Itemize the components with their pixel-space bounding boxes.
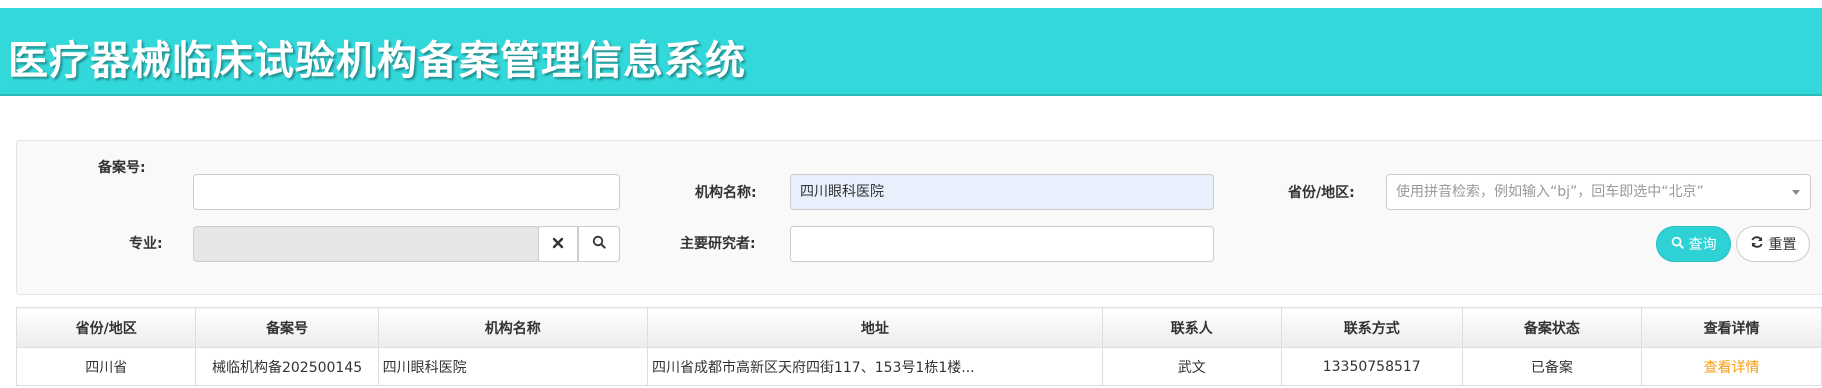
cell-org-name: 四川眼科医院: [377, 347, 648, 386]
org-name-input[interactable]: 四川眼科医院: [790, 174, 1214, 210]
researcher-input[interactable]: [790, 226, 1214, 262]
researcher-label: 主要研究者:: [680, 236, 756, 252]
cell-phone: 13350758517: [1280, 347, 1463, 386]
reset-button-label: 重置: [1768, 237, 1797, 253]
cell-address: 四川省成都市高新区天府四街117、153号1栋1楼...: [646, 347, 1103, 386]
column-header-detail[interactable]: 查看详情: [1641, 307, 1822, 348]
column-header-phone[interactable]: 联系方式: [1280, 307, 1463, 348]
cell-contact: 武文: [1101, 347, 1282, 386]
results-table: 省份/地区 备案号 机构名称 地址 联系人 联系方式 备案状态 查看详情 四川省…: [15, 307, 1822, 386]
specialty-input[interactable]: [193, 226, 539, 262]
close-icon: [552, 235, 564, 253]
view-detail-link[interactable]: 查看详情: [1704, 360, 1760, 376]
query-button[interactable]: 查询: [1656, 226, 1731, 262]
search-panel: [16, 140, 1822, 295]
app-title: 医疗器械临床试验机构备案管理信息系统: [8, 37, 746, 84]
top-strip: [0, 0, 1822, 8]
column-header-org-name[interactable]: 机构名称: [377, 307, 648, 348]
column-header-status[interactable]: 备案状态: [1461, 307, 1643, 348]
specialty-search-button[interactable]: [578, 226, 620, 262]
table-row[interactable]: 四川省 械临机构备202500145 四川眼科医院 四川省成都市高新区天府四街1…: [15, 347, 1822, 386]
cell-detail: 查看详情: [1641, 347, 1822, 386]
specialty-clear-button[interactable]: [538, 226, 578, 262]
header-banner: 医疗器械临床试验机构备案管理信息系统: [0, 8, 1822, 96]
chevron-down-icon: [1792, 190, 1800, 195]
cell-record-no: 械临机构备202500145: [195, 347, 379, 386]
column-header-contact[interactable]: 联系人: [1101, 307, 1282, 348]
specialty-label: 专业:: [129, 236, 163, 252]
province-select[interactable]: 使用拼音检索，例如输入“bj”，回车即选中“北京”: [1386, 174, 1811, 210]
column-header-province[interactable]: 省份/地区: [15, 307, 197, 348]
column-header-address[interactable]: 地址: [646, 307, 1103, 348]
refresh-icon: [1750, 235, 1764, 253]
province-label: 省份/地区:: [1288, 185, 1355, 201]
record-no-label: 备案号:: [98, 160, 146, 176]
search-icon: [1671, 236, 1684, 253]
org-name-label: 机构名称:: [695, 185, 757, 201]
province-placeholder: 使用拼音检索，例如输入“bj”，回车即选中“北京”: [1396, 184, 1704, 200]
cell-province: 四川省: [15, 347, 197, 386]
search-icon: [592, 235, 606, 253]
record-no-input[interactable]: [193, 174, 620, 210]
cell-status: 已备案: [1461, 347, 1643, 386]
reset-button[interactable]: 重置: [1736, 226, 1810, 262]
query-button-label: 查询: [1688, 237, 1717, 253]
table-header-row: 省份/地区 备案号 机构名称 地址 联系人 联系方式 备案状态 查看详情: [15, 307, 1822, 348]
column-header-record-no[interactable]: 备案号: [195, 307, 379, 348]
